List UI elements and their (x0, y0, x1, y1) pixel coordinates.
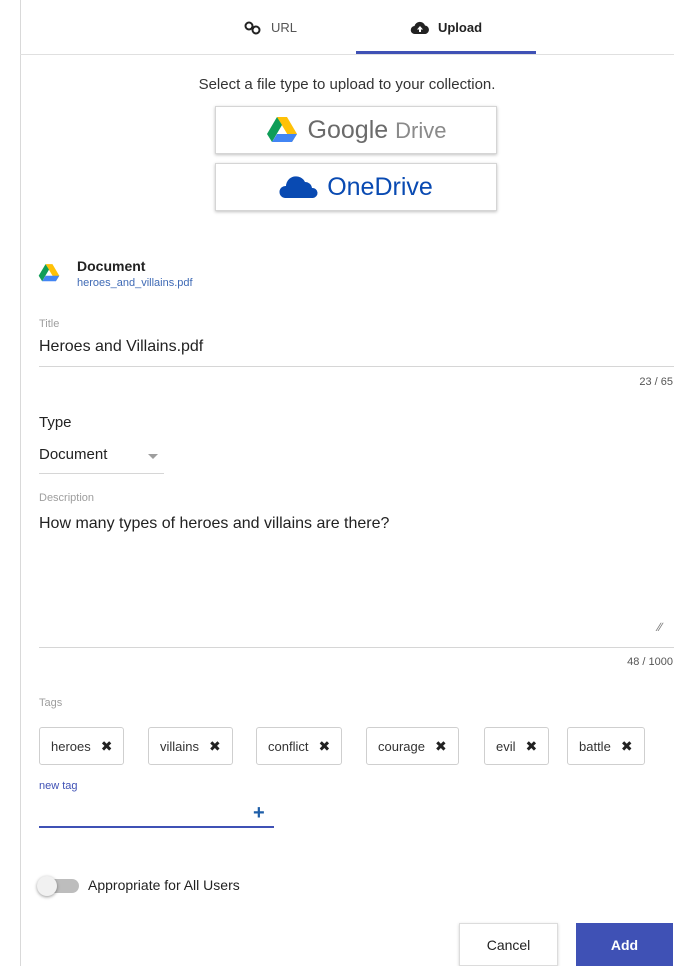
google-brand: Google (307, 115, 389, 144)
description-label: Description (39, 492, 95, 504)
title-label: Title (39, 318, 60, 330)
add-button[interactable]: Add (576, 923, 673, 966)
title-char-counter: 23 / 65 (639, 376, 673, 388)
tag-chip: battle ✖ (567, 727, 645, 765)
google-drive-icon (38, 264, 60, 282)
title-underline (39, 366, 674, 367)
dropdown-arrow-icon (148, 454, 158, 459)
drive-suffix: Drive (395, 117, 447, 143)
tag-chip-label: courage (378, 738, 425, 754)
remove-tag-icon[interactable]: ✖ (318, 738, 330, 755)
add-tag-icon[interactable]: + (253, 802, 265, 825)
selected-file-name[interactable]: heroes_and_villains.pdf (77, 277, 193, 289)
remove-tag-icon[interactable]: ✖ (101, 738, 113, 755)
description-underline (39, 647, 674, 648)
google-drive-label: Google Drive (308, 116, 447, 145)
tag-chip-label: battle (579, 738, 611, 754)
tag-chip-label: heroes (51, 738, 91, 754)
remove-tag-icon[interactable]: ✖ (209, 738, 221, 755)
tab-upload-label: Upload (437, 20, 483, 35)
onedrive-cloud-icon (279, 176, 318, 198)
new-tag-label: new tag (39, 780, 78, 792)
tag-chip: conflict ✖ (256, 727, 343, 765)
tag-chip-label: villains (160, 738, 200, 754)
appropriate-label: Appropriate for All Users (88, 877, 240, 893)
toggle-knob (37, 876, 57, 896)
remove-tag-icon[interactable]: ✖ (435, 738, 447, 755)
selected-file-type: Document (77, 258, 146, 274)
tab-url[interactable]: URL (200, 0, 340, 55)
tab-url-label: URL (270, 20, 297, 35)
type-label: Type (39, 414, 72, 431)
tab-upload[interactable]: Upload (356, 0, 536, 55)
tag-chip-label: conflict (268, 738, 309, 754)
tags-label: Tags (39, 697, 63, 709)
tag-chip: evil ✖ (484, 727, 550, 765)
tag-chip: courage ✖ (366, 727, 459, 765)
remove-tag-icon[interactable]: ✖ (526, 738, 538, 755)
google-drive-button[interactable]: Google Drive (215, 106, 497, 154)
type-selected-value: Document (39, 446, 108, 463)
onedrive-button[interactable]: OneDrive (215, 163, 497, 211)
description-field[interactable]: How many types of heroes and villains ar… (39, 514, 669, 644)
tag-chip: heroes ✖ (39, 727, 125, 765)
tag-chip-label: evil (496, 738, 516, 754)
remove-tag-icon[interactable]: ✖ (621, 738, 633, 755)
description-char-counter: 48 / 1000 (627, 656, 673, 668)
tag-chip: villains ✖ (148, 727, 233, 765)
new-tag-input[interactable] (39, 800, 274, 828)
resize-handle-icon[interactable]: ∕∕ (658, 620, 662, 634)
type-select[interactable]: Document (39, 446, 164, 474)
title-field[interactable]: Heroes and Villains.pdf (39, 338, 203, 356)
appropriate-toggle[interactable] (37, 876, 79, 896)
upload-instruction: Select a file type to upload to your col… (198, 76, 496, 93)
cloud-upload-icon (410, 21, 429, 34)
active-tab-indicator (356, 51, 536, 54)
cancel-button[interactable]: Cancel (459, 923, 558, 966)
tab-bar: URL Upload (20, 0, 674, 55)
link-icon (244, 21, 261, 34)
onedrive-label: OneDrive (327, 172, 433, 201)
google-drive-icon (266, 117, 297, 142)
